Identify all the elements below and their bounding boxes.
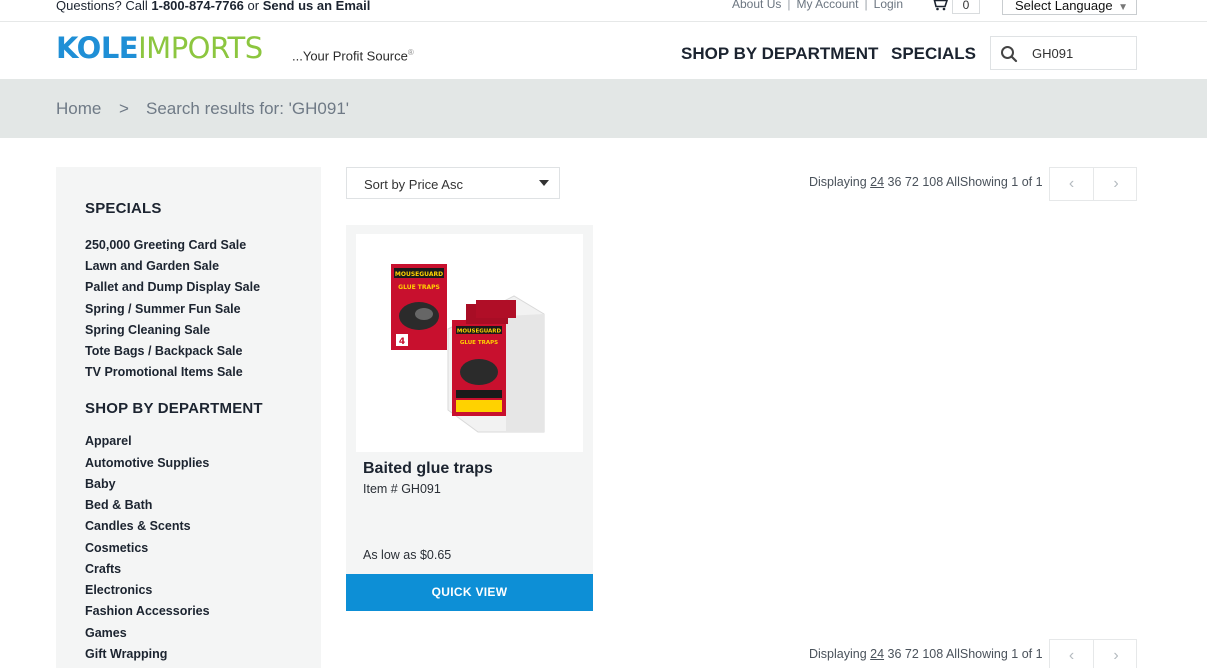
sort-select[interactable]: Sort by Price Asc	[346, 167, 560, 199]
sidebar-item-specials[interactable]: Pallet and Dump Display Sale	[85, 280, 260, 294]
product-title[interactable]: Baited glue traps	[363, 460, 493, 478]
sidebar-item-department[interactable]: Candles & Scents	[85, 519, 191, 533]
quick-view-button[interactable]: QUICK VIEW	[346, 574, 593, 611]
sidebar-item-specials[interactable]: 250,000 Greeting Card Sale	[85, 238, 246, 252]
svg-text:GLUE TRAPS: GLUE TRAPS	[398, 284, 440, 291]
pagination: ‹ ›	[1049, 167, 1137, 201]
sidebar-item-department[interactable]: Apparel	[85, 434, 132, 448]
chevron-right-icon[interactable]: ›	[1094, 640, 1138, 668]
sidebar-item-specials[interactable]: Tote Bags / Backpack Sale	[85, 344, 242, 358]
sidebar-item-department[interactable]: Automotive Supplies	[85, 456, 209, 470]
specials-heading: SPECIALS	[85, 200, 162, 217]
svg-text:MOUSEGUARD: MOUSEGUARD	[395, 271, 443, 278]
displaying-label: Displaying	[809, 175, 871, 189]
email-link[interactable]: Send us an Email	[263, 0, 371, 13]
page-size-option[interactable]: 72	[905, 647, 919, 661]
registered-mark: ®	[407, 48, 414, 57]
phone-number[interactable]: 1-800-874-7766	[151, 0, 244, 13]
sidebar-item-specials[interactable]: TV Promotional Items Sale	[85, 365, 243, 379]
page-size-option[interactable]: 72	[905, 175, 919, 189]
sidebar-item-department[interactable]: Fashion Accessories	[85, 604, 210, 618]
product-card[interactable]: MOUSEGUARD GLUE TRAPS 4 MOUSEGUARD GLUE …	[346, 225, 593, 611]
breadcrumb-home[interactable]: Home	[56, 99, 101, 119]
contact-or: or	[243, 0, 263, 13]
category-sidebar: SPECIALS 250,000 Greeting Card Sale Lawn…	[56, 167, 321, 668]
showing-text: Showing 1 of 1	[959, 175, 1043, 189]
svg-text:4: 4	[399, 337, 405, 347]
sort-select-label: Sort by Price Asc	[364, 177, 463, 192]
tagline: ...Your Profit Source®	[292, 48, 414, 63]
page-size-option[interactable]: 36	[888, 175, 902, 189]
login-link[interactable]: Login	[874, 0, 903, 11]
page-size-option[interactable]: 36	[888, 647, 902, 661]
showing-text: Showing 1 of 1	[959, 647, 1043, 661]
page-size-option[interactable]: 108	[922, 175, 943, 189]
logo-imports: IMPORTS	[138, 31, 263, 65]
page-size-all[interactable]: All	[946, 175, 960, 189]
separator: |	[787, 0, 791, 11]
kole-imports-logo[interactable]: KOLEIMPORTS	[56, 30, 263, 66]
sidebar-item-department[interactable]: Bed & Bath	[85, 498, 152, 512]
search-icon[interactable]	[1000, 45, 1018, 63]
displaying-label: Displaying	[809, 647, 871, 661]
cart-icon[interactable]	[930, 0, 948, 11]
sidebar-item-department[interactable]: Baby	[85, 477, 116, 491]
chevron-left-icon[interactable]: ‹	[1050, 640, 1094, 668]
page-size-option[interactable]: 24	[870, 647, 884, 661]
my-account-link[interactable]: My Account	[796, 0, 858, 11]
sidebar-item-department[interactable]: Crafts	[85, 562, 121, 576]
breadcrumb: Home > Search results for: 'GH091'	[0, 79, 1207, 138]
sidebar-item-department[interactable]: Cosmetics	[85, 541, 148, 555]
product-item-number: Item # GH091	[363, 482, 441, 496]
about-us-link[interactable]: About Us	[732, 0, 781, 11]
search-input[interactable]: GH091	[990, 36, 1137, 70]
cart-count-badge[interactable]: 0	[952, 0, 980, 14]
chevron-right-icon[interactable]: ›	[1094, 168, 1138, 200]
sidebar-item-department[interactable]: Electronics	[85, 583, 152, 597]
pagination-bottom: ‹ ›	[1049, 639, 1137, 668]
search-value: GH091	[1032, 46, 1074, 61]
logo-kole: KOLE	[56, 31, 139, 65]
site-header: KOLEIMPORTS ...Your Profit Source® SHOP …	[0, 22, 1207, 79]
sidebar-item-department[interactable]: Games	[85, 626, 127, 640]
results-count-bottom: Displaying 24 36 72 108 AllShowing 1 of …	[809, 647, 1043, 661]
sidebar-item-department[interactable]: Gift Wrapping	[85, 647, 167, 661]
dropdown-caret-icon	[539, 180, 549, 186]
sidebar-item-specials[interactable]: Spring Cleaning Sale	[85, 323, 210, 337]
separator: |	[864, 0, 868, 11]
departments-heading: SHOP BY DEPARTMENT	[85, 400, 263, 417]
language-select[interactable]: Select Language ▼	[1002, 0, 1137, 15]
nav-shop-by-department[interactable]: SHOP BY DEPARTMENT	[681, 44, 878, 64]
tagline-text: ...Your Profit Source	[292, 48, 408, 64]
page-size-all[interactable]: All	[946, 647, 960, 661]
svg-text:GLUE TRAPS: GLUE TRAPS	[460, 340, 498, 346]
dropdown-caret-icon: ▼	[1118, 2, 1128, 13]
sidebar-item-specials[interactable]: Spring / Summer Fun Sale	[85, 302, 241, 316]
contact-line: Questions? Call 1-800-874-7766 or Send u…	[56, 0, 370, 13]
chevron-left-icon[interactable]: ‹	[1050, 168, 1094, 200]
account-links: About Us | My Account | Login	[732, 0, 903, 11]
chevron-right-icon: >	[119, 99, 129, 118]
product-image[interactable]: MOUSEGUARD GLUE TRAPS 4 MOUSEGUARD GLUE …	[356, 234, 583, 452]
utility-bar: Questions? Call 1-800-874-7766 or Send u…	[0, 0, 1207, 22]
nav-specials[interactable]: SPECIALS	[891, 44, 976, 64]
language-select-label: Select Language	[1015, 0, 1113, 13]
sidebar-item-specials[interactable]: Lawn and Garden Sale	[85, 259, 219, 273]
results-count-top: Displaying 24 36 72 108 AllShowing 1 of …	[809, 175, 1043, 189]
breadcrumb-current: Search results for: 'GH091'	[146, 99, 350, 118]
page-size-option[interactable]: 108	[922, 647, 943, 661]
page-size-option[interactable]: 24	[870, 175, 884, 189]
svg-text:MOUSEGUARD: MOUSEGUARD	[457, 329, 502, 335]
contact-prefix: Questions? Call	[56, 0, 152, 13]
product-price: As low as $0.65	[363, 548, 452, 562]
